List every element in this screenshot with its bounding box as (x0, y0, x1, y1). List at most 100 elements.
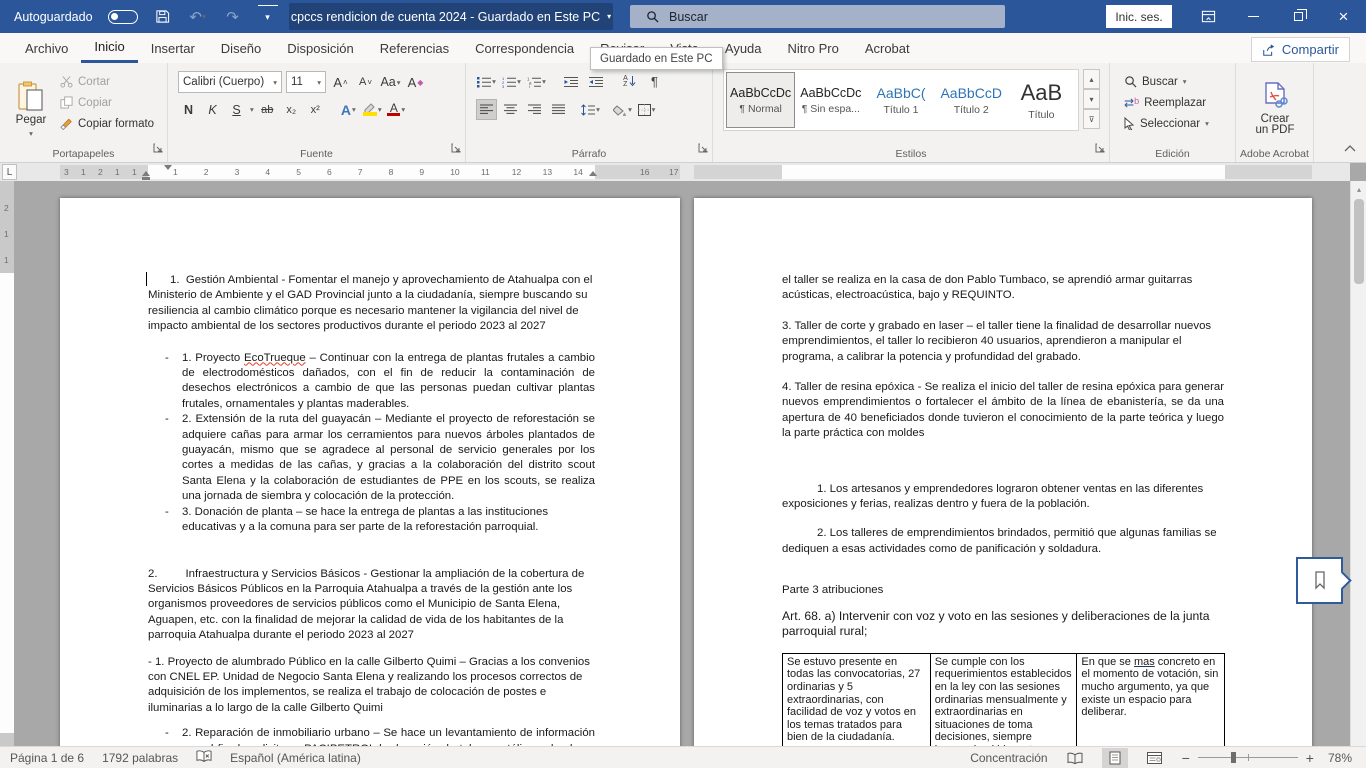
close-button[interactable]: × (1321, 0, 1366, 33)
customize-qat-chevron-icon[interactable]: ▾ (258, 5, 278, 29)
align-center-button[interactable] (500, 99, 521, 120)
style-no-spacing[interactable]: AaBbCcDc¶ Sin espa... (796, 72, 865, 128)
restore-button[interactable] (1276, 0, 1321, 33)
hanging-indent-marker[interactable] (142, 171, 150, 176)
document-table[interactable]: Se estuvo presente en todas las convocat… (782, 653, 1225, 746)
focus-mode-button[interactable]: Concentración (970, 751, 1047, 765)
styles-scroll-down[interactable]: ▾ (1083, 89, 1100, 109)
tab-archivo[interactable]: Archivo (12, 33, 81, 63)
borders-button[interactable]: ▾ (636, 99, 657, 120)
shrink-font-button[interactable]: A˅ (355, 72, 376, 93)
bookmark-flag[interactable] (1296, 557, 1343, 604)
grow-font-button[interactable]: A˄ (330, 72, 351, 93)
font-size-combo[interactable]: 11▾ (286, 71, 326, 93)
scrollbar-thumb[interactable] (1354, 199, 1364, 284)
select-button[interactable]: Seleccionar▾ (1122, 113, 1209, 134)
tab-inicio[interactable]: Inicio (81, 33, 137, 63)
copy-button[interactable]: Copiar (58, 92, 154, 113)
paste-button[interactable]: Pegar ▾ (8, 69, 54, 149)
tab-correspondencia[interactable]: Correspondencia (462, 33, 587, 63)
zoom-slider-thumb[interactable] (1231, 752, 1236, 763)
sort-button[interactable]: AZ (619, 71, 640, 92)
zoom-out-button[interactable]: − (1182, 750, 1190, 766)
superscript-button[interactable]: x² (305, 99, 326, 120)
collapse-ribbon-button[interactable] (1344, 139, 1356, 157)
highlight-button[interactable]: ▾ (362, 99, 383, 120)
font-name-combo[interactable]: Calibri (Cuerpo)▾ (178, 71, 282, 93)
minimize-button[interactable] (1231, 0, 1276, 33)
change-case-button[interactable]: Aa▾ (380, 72, 401, 93)
list-item[interactable]: - 2. Extensión de la ruta del guayacán –… (165, 412, 595, 504)
bold-button[interactable]: N (178, 99, 199, 120)
styles-dialog-launcher[interactable] (1095, 140, 1105, 158)
web-layout-button[interactable] (1142, 748, 1168, 768)
paragraph-dialog-launcher[interactable] (698, 140, 708, 158)
shading-button[interactable]: ▾ (612, 99, 633, 120)
ribbon-display-options-button[interactable] (1186, 0, 1231, 33)
align-right-button[interactable] (524, 99, 545, 120)
print-layout-button[interactable] (1102, 748, 1128, 768)
redo-button[interactable]: ↷ (223, 5, 243, 29)
tab-disposicion[interactable]: Disposición (274, 33, 366, 63)
zoom-slider-track[interactable] (1198, 757, 1298, 758)
clear-formatting-button[interactable]: A◆ (405, 72, 426, 93)
italic-button[interactable]: K (202, 99, 223, 120)
zoom-in-button[interactable]: + (1306, 750, 1314, 766)
increase-indent-button[interactable] (585, 71, 606, 92)
paragraph[interactable]: 3. Taller de corte y grabado en laser – … (782, 319, 1224, 365)
read-mode-button[interactable] (1062, 748, 1088, 768)
create-pdf-button[interactable]: Crear un PDF (1246, 69, 1304, 149)
paragraph[interactable]: - 1. Proyecto de alumbrado Público en la… (148, 655, 595, 717)
autosave-toggle[interactable] (108, 10, 138, 24)
line-spacing-button[interactable]: ▾ (580, 99, 601, 120)
styles-scroll-up[interactable]: ▴ (1083, 69, 1100, 89)
replace-button[interactable]: ⇄b Reemplazar (1122, 92, 1209, 113)
text-effects-button[interactable]: A▾ (338, 99, 359, 120)
paragraph[interactable]: 2.Infraestructura y Servicios Básicos - … (148, 567, 595, 644)
left-indent-marker[interactable] (142, 177, 150, 180)
page-indicator[interactable]: Página 1 de 6 (10, 751, 84, 765)
paragraph[interactable]: Art. 68. a) Intervenir con voz y voto en… (782, 609, 1224, 640)
sign-in-button[interactable]: Inic. ses. (1106, 5, 1172, 28)
table-cell[interactable]: Se estuvo presente en todas las convocat… (783, 653, 931, 746)
paragraph[interactable]: 2. Los talleres de emprendimientos brind… (782, 526, 1224, 557)
paragraph[interactable]: Parte 3 atribuciones (782, 583, 1224, 598)
numbering-button[interactable]: 123 ▾ (501, 71, 522, 92)
subscript-button[interactable]: x₂ (281, 99, 302, 120)
style-heading-1[interactable]: AaBbC(Título 1 (866, 72, 935, 128)
strikethrough-button[interactable]: ab (257, 99, 278, 120)
style-title[interactable]: AaBTítulo (1007, 72, 1076, 128)
decrease-indent-button[interactable] (560, 71, 581, 92)
share-button[interactable]: Compartir (1251, 37, 1350, 62)
clipboard-dialog-launcher[interactable] (153, 140, 163, 158)
zoom-level[interactable]: 78% (1328, 751, 1352, 765)
horizontal-ruler[interactable]: L 31211 1234567891011121314 1617 (0, 163, 1350, 181)
word-count[interactable]: 1792 palabras (102, 751, 178, 765)
format-painter-button[interactable]: Copiar formato (58, 113, 154, 134)
first-line-indent-marker[interactable] (164, 165, 172, 170)
font-dialog-launcher[interactable] (451, 140, 461, 158)
style-heading-2[interactable]: AaBbCcDTítulo 2 (937, 72, 1006, 128)
tab-stop-selector[interactable]: L (2, 164, 17, 180)
misspelled-word[interactable]: EcoTrueque (244, 352, 306, 364)
save-icon[interactable] (153, 5, 173, 29)
tab-acrobat[interactable]: Acrobat (852, 33, 923, 63)
vertical-ruler[interactable]: 211 (0, 181, 14, 746)
right-indent-marker[interactable] (589, 171, 597, 176)
undo-button[interactable]: ↶▾ (188, 5, 208, 29)
document-title[interactable]: cpccs rendicion de cuenta 2024 - Guardad… (289, 3, 613, 30)
tab-insertar[interactable]: Insertar (138, 33, 208, 63)
find-button[interactable]: Buscar▾ (1122, 71, 1209, 92)
proofing-status[interactable] (196, 749, 212, 766)
justify-button[interactable] (548, 99, 569, 120)
paragraph[interactable]: 4. Taller de resina epóxica - Se realiza… (782, 380, 1224, 442)
list-item[interactable]: - 3. Donación de planta – se hace la ent… (165, 505, 595, 536)
page-2[interactable]: el taller se realiza en la casa de don P… (694, 198, 1312, 746)
search-bar[interactable]: Buscar (630, 5, 1005, 28)
multilevel-list-button[interactable]: 1ai ▾ (526, 71, 547, 92)
tab-referencias[interactable]: Referencias (367, 33, 462, 63)
vertical-scrollbar[interactable]: ▴ (1350, 181, 1366, 746)
styles-more-button[interactable]: ⊽ (1083, 109, 1100, 129)
show-formatting-button[interactable]: ¶ (644, 71, 665, 92)
table-cell[interactable]: Se cumple con los requerimientos estable… (930, 653, 1077, 746)
